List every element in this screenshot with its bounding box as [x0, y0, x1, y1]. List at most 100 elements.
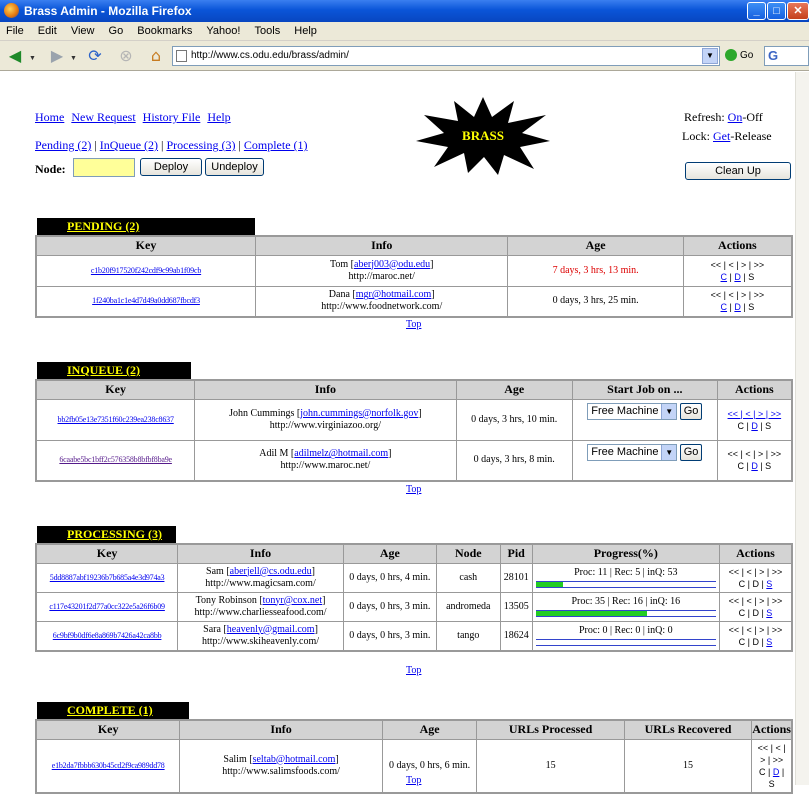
requester-email-link[interactable]: aberjell@cs.odu.edu	[230, 566, 312, 577]
minimize-button[interactable]: _	[747, 2, 766, 20]
job-key-link[interactable]: 1f240ba1c1e4d7d49a0dd687fbcdf3	[92, 296, 200, 305]
process-id: 18624	[499, 620, 533, 651]
action-d-link[interactable]: D	[734, 272, 741, 282]
requester-email-link[interactable]: aberj003@odu.edu	[354, 259, 430, 270]
close-button[interactable]: ✕	[787, 2, 809, 20]
job-key-link[interactable]: c1b20f917520f242cdf9c99ab1f09cb	[91, 266, 201, 275]
job-age: 0 days, 0 hrs, 6 min.	[381, 738, 478, 793]
maximize-button[interactable]: □	[767, 2, 786, 20]
action-d[interactable]: D	[752, 579, 759, 589]
requester-email-link[interactable]: mgr@hotmail.com	[356, 289, 432, 300]
history-file-link[interactable]: History File	[143, 110, 201, 124]
requester-email-link[interactable]: john.cummings@norfolk.gov	[300, 408, 418, 419]
inqueue-link[interactable]: InQueue (2)	[100, 138, 158, 152]
move-arrows[interactable]: << | < | > | >>	[729, 567, 783, 577]
deploy-button[interactable]: Deploy	[140, 158, 202, 176]
move-arrows[interactable]: << | < | > | >>	[728, 409, 782, 419]
job-age: 0 days, 3 hrs, 25 min.	[507, 285, 684, 318]
node-input[interactable]	[73, 158, 135, 177]
job-key-link[interactable]: e1b2da7fbbb630b45cd2f9ca989dd78	[52, 761, 165, 770]
requester-email-link[interactable]: tonyr@cox.net	[263, 595, 322, 606]
back-arrow-icon[interactable]: ◀	[4, 45, 26, 67]
job-key-link[interactable]: 5dd8887abf19236b7b685a4e3d974a3	[50, 573, 165, 582]
action-s-link[interactable]: S	[766, 637, 772, 647]
progress-fill	[535, 582, 563, 587]
action-c[interactable]: C	[759, 767, 766, 777]
start-go-button[interactable]: Go	[679, 443, 703, 461]
pending-section-title[interactable]: PENDING (2)	[37, 218, 255, 235]
top-link[interactable]: Top	[406, 484, 421, 495]
menu-bookmarks[interactable]: Bookmarks	[137, 25, 192, 37]
action-c[interactable]: C	[739, 608, 746, 618]
action-d[interactable]: D	[752, 637, 759, 647]
job-key-link[interactable]: bb2fb05e13e7351f60c239ea238c8637	[58, 415, 174, 424]
forward-dropdown-icon[interactable]: ▼	[70, 54, 77, 62]
menu-edit[interactable]: Edit	[38, 25, 57, 37]
job-key-link[interactable]: 6c9bf9b0df6e8a869b7426a42ca8bb	[53, 631, 162, 640]
menu-tools[interactable]: Tools	[255, 25, 281, 37]
menu-view[interactable]: View	[71, 25, 95, 37]
move-arrows[interactable]: << | < | > | >>	[729, 596, 783, 606]
page-content: Home New Request History File Help Pendi…	[0, 72, 795, 794]
action-c-link[interactable]: C	[721, 302, 728, 312]
back-dropdown-icon[interactable]: ▼	[29, 54, 36, 62]
action-s: S	[765, 461, 772, 472]
menu-file[interactable]: File	[6, 25, 24, 37]
go-button[interactable]: Go	[725, 47, 753, 65]
machine-select[interactable]: Free Machine ▼	[587, 402, 678, 420]
action-c-link[interactable]: C	[721, 272, 728, 282]
complete-link[interactable]: Complete (1)	[244, 138, 308, 152]
action-c[interactable]: C	[739, 579, 746, 589]
move-arrows[interactable]: << | < | > | >>	[758, 743, 786, 765]
help-link[interactable]: Help	[207, 110, 230, 124]
requester-email-link[interactable]: adilmelz@hotmail.com	[294, 448, 388, 459]
action-s-link[interactable]: S	[766, 579, 772, 589]
menu-go[interactable]: Go	[109, 25, 124, 37]
action-d-link[interactable]: D	[751, 461, 758, 471]
refresh-on-link[interactable]: On	[728, 110, 743, 124]
action-c[interactable]: C	[737, 461, 744, 471]
start-go-button[interactable]: Go	[679, 402, 703, 420]
reload-icon[interactable]: ⟳	[84, 45, 106, 67]
lock-get-link[interactable]: Get	[713, 129, 730, 143]
stop-icon[interactable]: ⊗	[115, 45, 137, 67]
machine-select[interactable]: Free Machine ▼	[587, 443, 678, 461]
chevron-down-icon: ▼	[661, 444, 677, 460]
pending-link[interactable]: Pending (2)	[35, 138, 91, 152]
processing-section-title[interactable]: PROCESSING (3)	[37, 526, 176, 543]
job-key-link[interactable]: c117e43201f2d77a0cc322e5a26f6b09	[49, 602, 165, 611]
move-arrows[interactable]: << | < | > | >>	[711, 260, 765, 270]
inqueue-section-title[interactable]: INQUEUE (2)	[37, 362, 191, 379]
action-d[interactable]: D	[752, 608, 759, 618]
address-bar[interactable]: http://www.cs.odu.edu/brass/admin/ ▼	[172, 46, 720, 66]
search-box[interactable]: G	[764, 46, 809, 66]
top-link[interactable]: Top	[406, 319, 421, 330]
clean-up-button[interactable]: Clean Up	[685, 162, 791, 180]
new-request-link[interactable]: New Request	[71, 110, 135, 124]
job-key-link[interactable]: 6caabe5bc1bff2c576358b8bfbf8ba9e	[59, 455, 172, 464]
top-link[interactable]: Top	[406, 775, 421, 786]
move-arrows[interactable]: << | < | > | >>	[728, 449, 782, 459]
menu-yahoo[interactable]: Yahoo!	[206, 25, 240, 37]
vertical-scrollbar[interactable]	[795, 72, 809, 785]
action-c[interactable]: C	[737, 421, 744, 431]
move-arrows[interactable]: << | < | > | >>	[729, 625, 783, 635]
home-icon[interactable]: ⌂	[145, 45, 167, 67]
processing-link[interactable]: Processing (3)	[166, 138, 235, 152]
move-arrows[interactable]: << | < | > | >>	[711, 290, 765, 300]
top-link[interactable]: Top	[406, 665, 421, 676]
navigation-toolbar: ◀ ▼ ▶ ▼ ⟳ ⊗ ⌂ http://www.cs.odu.edu/bras…	[0, 41, 809, 71]
action-s-link[interactable]: S	[766, 608, 772, 618]
requester-email-link[interactable]: seltab@hotmail.com	[253, 754, 336, 765]
action-d-link[interactable]: D	[734, 302, 741, 312]
undeploy-button[interactable]: Undeploy	[205, 158, 264, 176]
chevron-down-icon[interactable]: ▼	[702, 48, 718, 64]
requester-email-link[interactable]: heavenly@gmail.com	[227, 624, 315, 635]
menu-help[interactable]: Help	[294, 25, 317, 37]
action-d-link[interactable]: D	[751, 421, 758, 431]
complete-section-title[interactable]: COMPLETE (1)	[37, 702, 189, 719]
forward-arrow-icon[interactable]: ▶	[46, 45, 68, 67]
home-link[interactable]: Home	[35, 110, 64, 124]
action-c[interactable]: C	[739, 637, 746, 647]
action-d-link[interactable]: D	[773, 767, 780, 777]
